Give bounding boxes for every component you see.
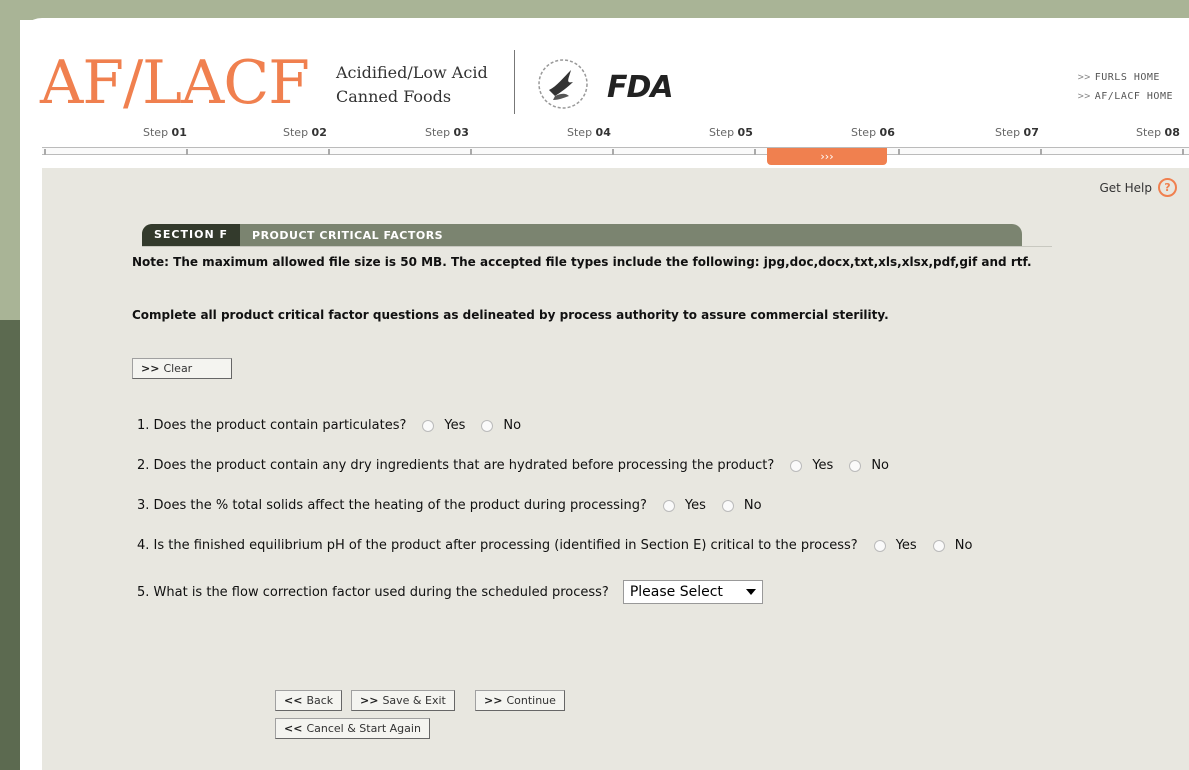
step-07: Step 07	[995, 126, 1039, 139]
radio-no[interactable]	[932, 539, 945, 552]
page: AF/LACF Acidified/Low Acid Canned Foods …	[20, 18, 1189, 770]
outer-frame-left	[0, 0, 20, 770]
outer-frame-top	[0, 0, 1189, 20]
section-title: PRODUCT CRITICAL FACTORS	[252, 228, 444, 242]
step-08: Step 08	[1136, 126, 1180, 139]
step-tick	[470, 149, 472, 155]
section-divider	[142, 246, 1052, 247]
logo-subtitle: Acidified/Low Acid Canned Foods	[336, 61, 488, 109]
step-tick	[754, 149, 756, 155]
get-help-label: Get Help	[1099, 180, 1152, 195]
radio-no[interactable]	[721, 499, 734, 512]
flow-correction-select[interactable]: Please Select	[622, 580, 763, 604]
hhs-eagle-icon	[535, 56, 595, 116]
section-header: SECTION F PRODUCT CRITICAL FACTORS	[142, 224, 1022, 246]
question-text: 5. What is the flow correction factor us…	[137, 584, 609, 600]
question-text: 4. Is the finished equilibrium pH of the…	[137, 538, 858, 553]
chevron-down-icon	[745, 589, 756, 595]
step-03: Step 03	[425, 126, 469, 139]
furls-home-link[interactable]: >> FURLS HOME	[1078, 68, 1173, 87]
step-progress: Step 01 Step 02 Step 03 Step 04 Step 05 …	[20, 126, 1189, 144]
help-icon: ?	[1158, 178, 1177, 197]
chevron-right-icon: >>	[360, 694, 379, 707]
current-step-indicator: ›››	[767, 148, 887, 165]
top-links: >> FURLS HOME >> AF/LACF HOME	[1078, 68, 1173, 106]
chevron-left-icon: <<	[284, 694, 303, 707]
radio-no-label: No	[743, 498, 762, 513]
select-value: Please Select	[629, 584, 723, 600]
form-content: Get Help ? SECTION F PRODUCT CRITICAL FA…	[42, 168, 1189, 770]
radio-yes[interactable]	[422, 419, 435, 432]
chevron-right-icon: >>	[141, 362, 160, 375]
clear-button[interactable]: >> Clear	[132, 358, 232, 379]
radio-yes[interactable]	[790, 459, 803, 472]
radio-yes-label: Yes	[684, 498, 706, 513]
instruction-text: Complete all product critical factor que…	[132, 308, 889, 322]
radio-no-label: No	[954, 538, 973, 553]
radio-yes-label: Yes	[444, 418, 466, 433]
chevron-right-icon: >>	[1077, 72, 1091, 83]
question-dry-ingredients: 2. Does the product contain any dry ingr…	[137, 458, 889, 473]
step-04: Step 04	[567, 126, 611, 139]
radio-no-label: No	[503, 418, 522, 433]
af-lacf-logo: AF/LACF	[40, 48, 310, 118]
question-particulates: 1. Does the product contain particulates…	[137, 418, 521, 433]
af-lacf-home-link[interactable]: >> AF/LACF HOME	[1078, 87, 1173, 106]
question-text: 3. Does the % total solids affect the he…	[137, 498, 647, 513]
section-tab: SECTION F	[142, 224, 241, 246]
logo-divider	[514, 50, 515, 114]
step-tick	[898, 149, 900, 155]
question-flow-correction: 5. What is the flow correction factor us…	[137, 580, 763, 604]
step-tick	[1040, 149, 1042, 155]
radio-no[interactable]	[481, 419, 494, 432]
step-track	[42, 147, 1189, 155]
question-equilibrium-ph: 4. Is the finished equilibrium pH of the…	[137, 538, 972, 553]
continue-button[interactable]: >> Continue	[475, 690, 565, 711]
step-tick	[186, 149, 188, 155]
step-tick	[612, 149, 614, 155]
radio-yes[interactable]	[662, 499, 675, 512]
chevron-right-icon: >>	[484, 694, 503, 707]
fda-logo: FDA	[607, 70, 674, 105]
step-02: Step 02	[283, 126, 327, 139]
step-tick	[44, 149, 46, 155]
chevron-right-icon: >>	[1077, 91, 1091, 102]
chevron-left-icon: <<	[284, 722, 303, 735]
step-06: Step 06	[851, 126, 895, 139]
logo-subtitle-line1: Acidified/Low Acid	[336, 63, 488, 82]
step-tick	[1182, 149, 1184, 155]
cancel-start-again-button[interactable]: << Cancel & Start Again	[275, 718, 430, 739]
back-button[interactable]: << Back	[275, 690, 343, 711]
save-exit-button[interactable]: >> Save & Exit	[351, 690, 455, 711]
step-tick	[328, 149, 330, 155]
logo-subtitle-line2: Canned Foods	[336, 87, 452, 106]
question-text: 1. Does the product contain particulates…	[137, 418, 407, 433]
get-help-link[interactable]: Get Help ?	[1099, 178, 1177, 197]
question-total-solids: 3. Does the % total solids affect the he…	[137, 498, 762, 513]
radio-yes-label: Yes	[895, 538, 917, 553]
radio-yes[interactable]	[873, 539, 886, 552]
radio-yes-label: Yes	[812, 458, 834, 473]
step-01: Step 01	[143, 126, 187, 139]
step-05: Step 05	[709, 126, 753, 139]
radio-no[interactable]	[849, 459, 862, 472]
radio-no-label: No	[871, 458, 889, 473]
question-text: 2. Does the product contain any dry ingr…	[137, 458, 775, 473]
file-size-note: Note: The maximum allowed file size is 5…	[132, 255, 1032, 269]
